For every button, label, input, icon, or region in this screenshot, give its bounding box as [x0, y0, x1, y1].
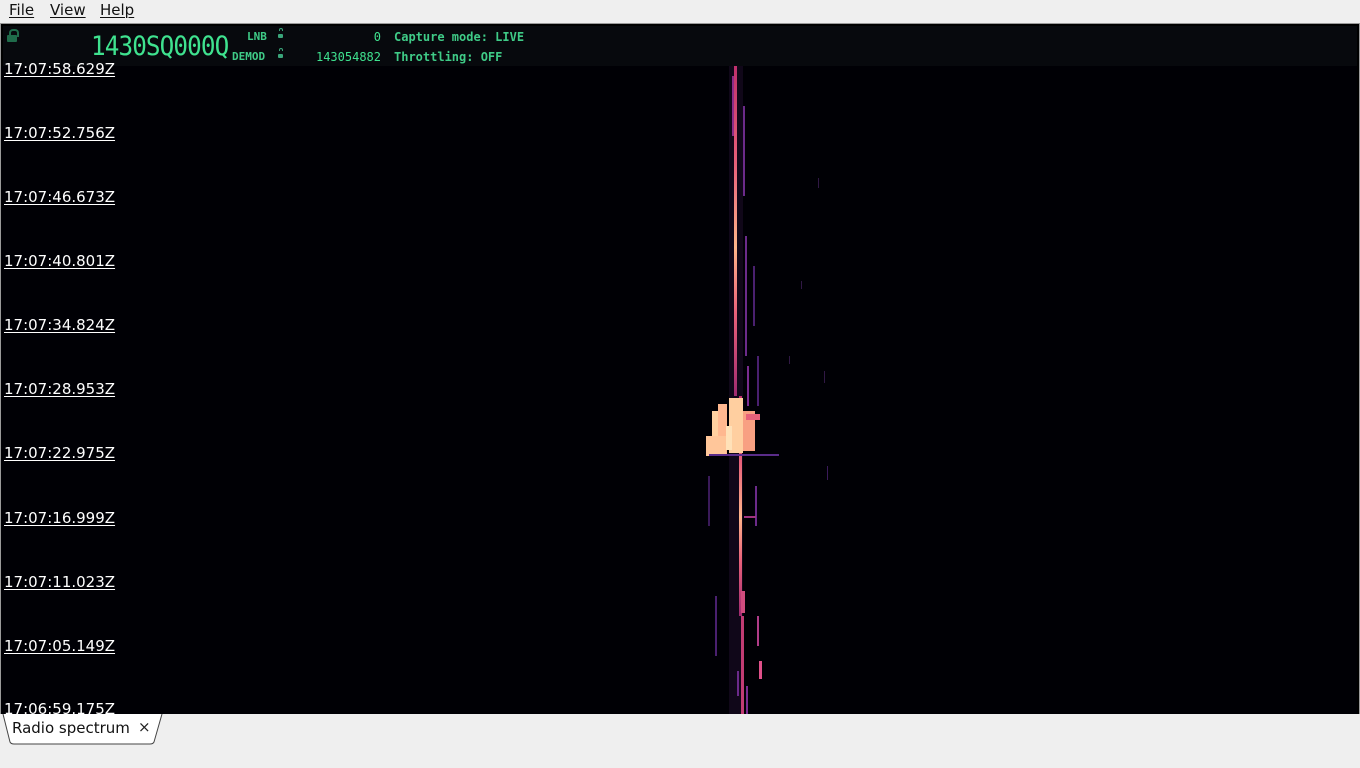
- timestamp-label: 17:07:22.975Z: [4, 444, 116, 462]
- menu-file[interactable]: File: [9, 1, 34, 19]
- main-frequency-display[interactable]: 1430SQ000Q: [91, 32, 229, 62]
- waterfall-display[interactable]: 17:07:58.629Z 17:07:52.756Z 17:07:46.673…: [1, 60, 1357, 715]
- spectrum-panel: 1430SQ000Q LNB 0 DEMOD 143054882 Capture…: [0, 23, 1360, 715]
- demod-lock-icon[interactable]: [278, 48, 288, 58]
- timestamp-label: 17:06:59.175Z: [4, 700, 116, 715]
- timestamp-label: 17:07:52.756Z: [4, 124, 116, 142]
- capture-mode-status: Capture mode: LIVE: [394, 30, 525, 44]
- lock-icon[interactable]: [7, 29, 19, 42]
- demod-label: DEMOD: [232, 50, 266, 63]
- menu-view[interactable]: View: [50, 1, 86, 19]
- timestamp-label: 17:07:46.673Z: [4, 188, 116, 206]
- timestamp-label: 17:07:28.953Z: [4, 380, 116, 398]
- tab-radio-spectrum[interactable]: Radio spectrum ×: [2, 714, 163, 745]
- timestamp-label: 17:07:58.629Z: [4, 60, 116, 78]
- lnb-lock-icon[interactable]: [278, 28, 288, 38]
- menu-help[interactable]: Help: [100, 1, 134, 19]
- signal-trace: [706, 66, 828, 714]
- timestamp-label: 17:07:34.824Z: [4, 316, 116, 334]
- throttling-status: Throttling: OFF: [394, 50, 503, 64]
- close-icon[interactable]: ×: [138, 718, 151, 736]
- tab-bar: Radio spectrum ×: [0, 714, 1360, 768]
- lnb-label: LNB: [247, 30, 267, 43]
- timestamp-label: 17:07:11.023Z: [4, 573, 116, 591]
- tab-label: Radio spectrum: [12, 719, 130, 737]
- lnb-value[interactable]: 0: [303, 30, 381, 44]
- timestamp-label: 17:07:05.149Z: [4, 637, 116, 655]
- timestamp-label: 17:07:16.999Z: [4, 509, 116, 527]
- menu-bar: File View Help: [0, 0, 1360, 23]
- demod-frequency[interactable]: 143054882: [293, 50, 381, 64]
- timestamp-label: 17:07:40.801Z: [4, 252, 116, 270]
- receiver-header: 1430SQ000Q LNB 0 DEMOD 143054882 Capture…: [3, 26, 1357, 66]
